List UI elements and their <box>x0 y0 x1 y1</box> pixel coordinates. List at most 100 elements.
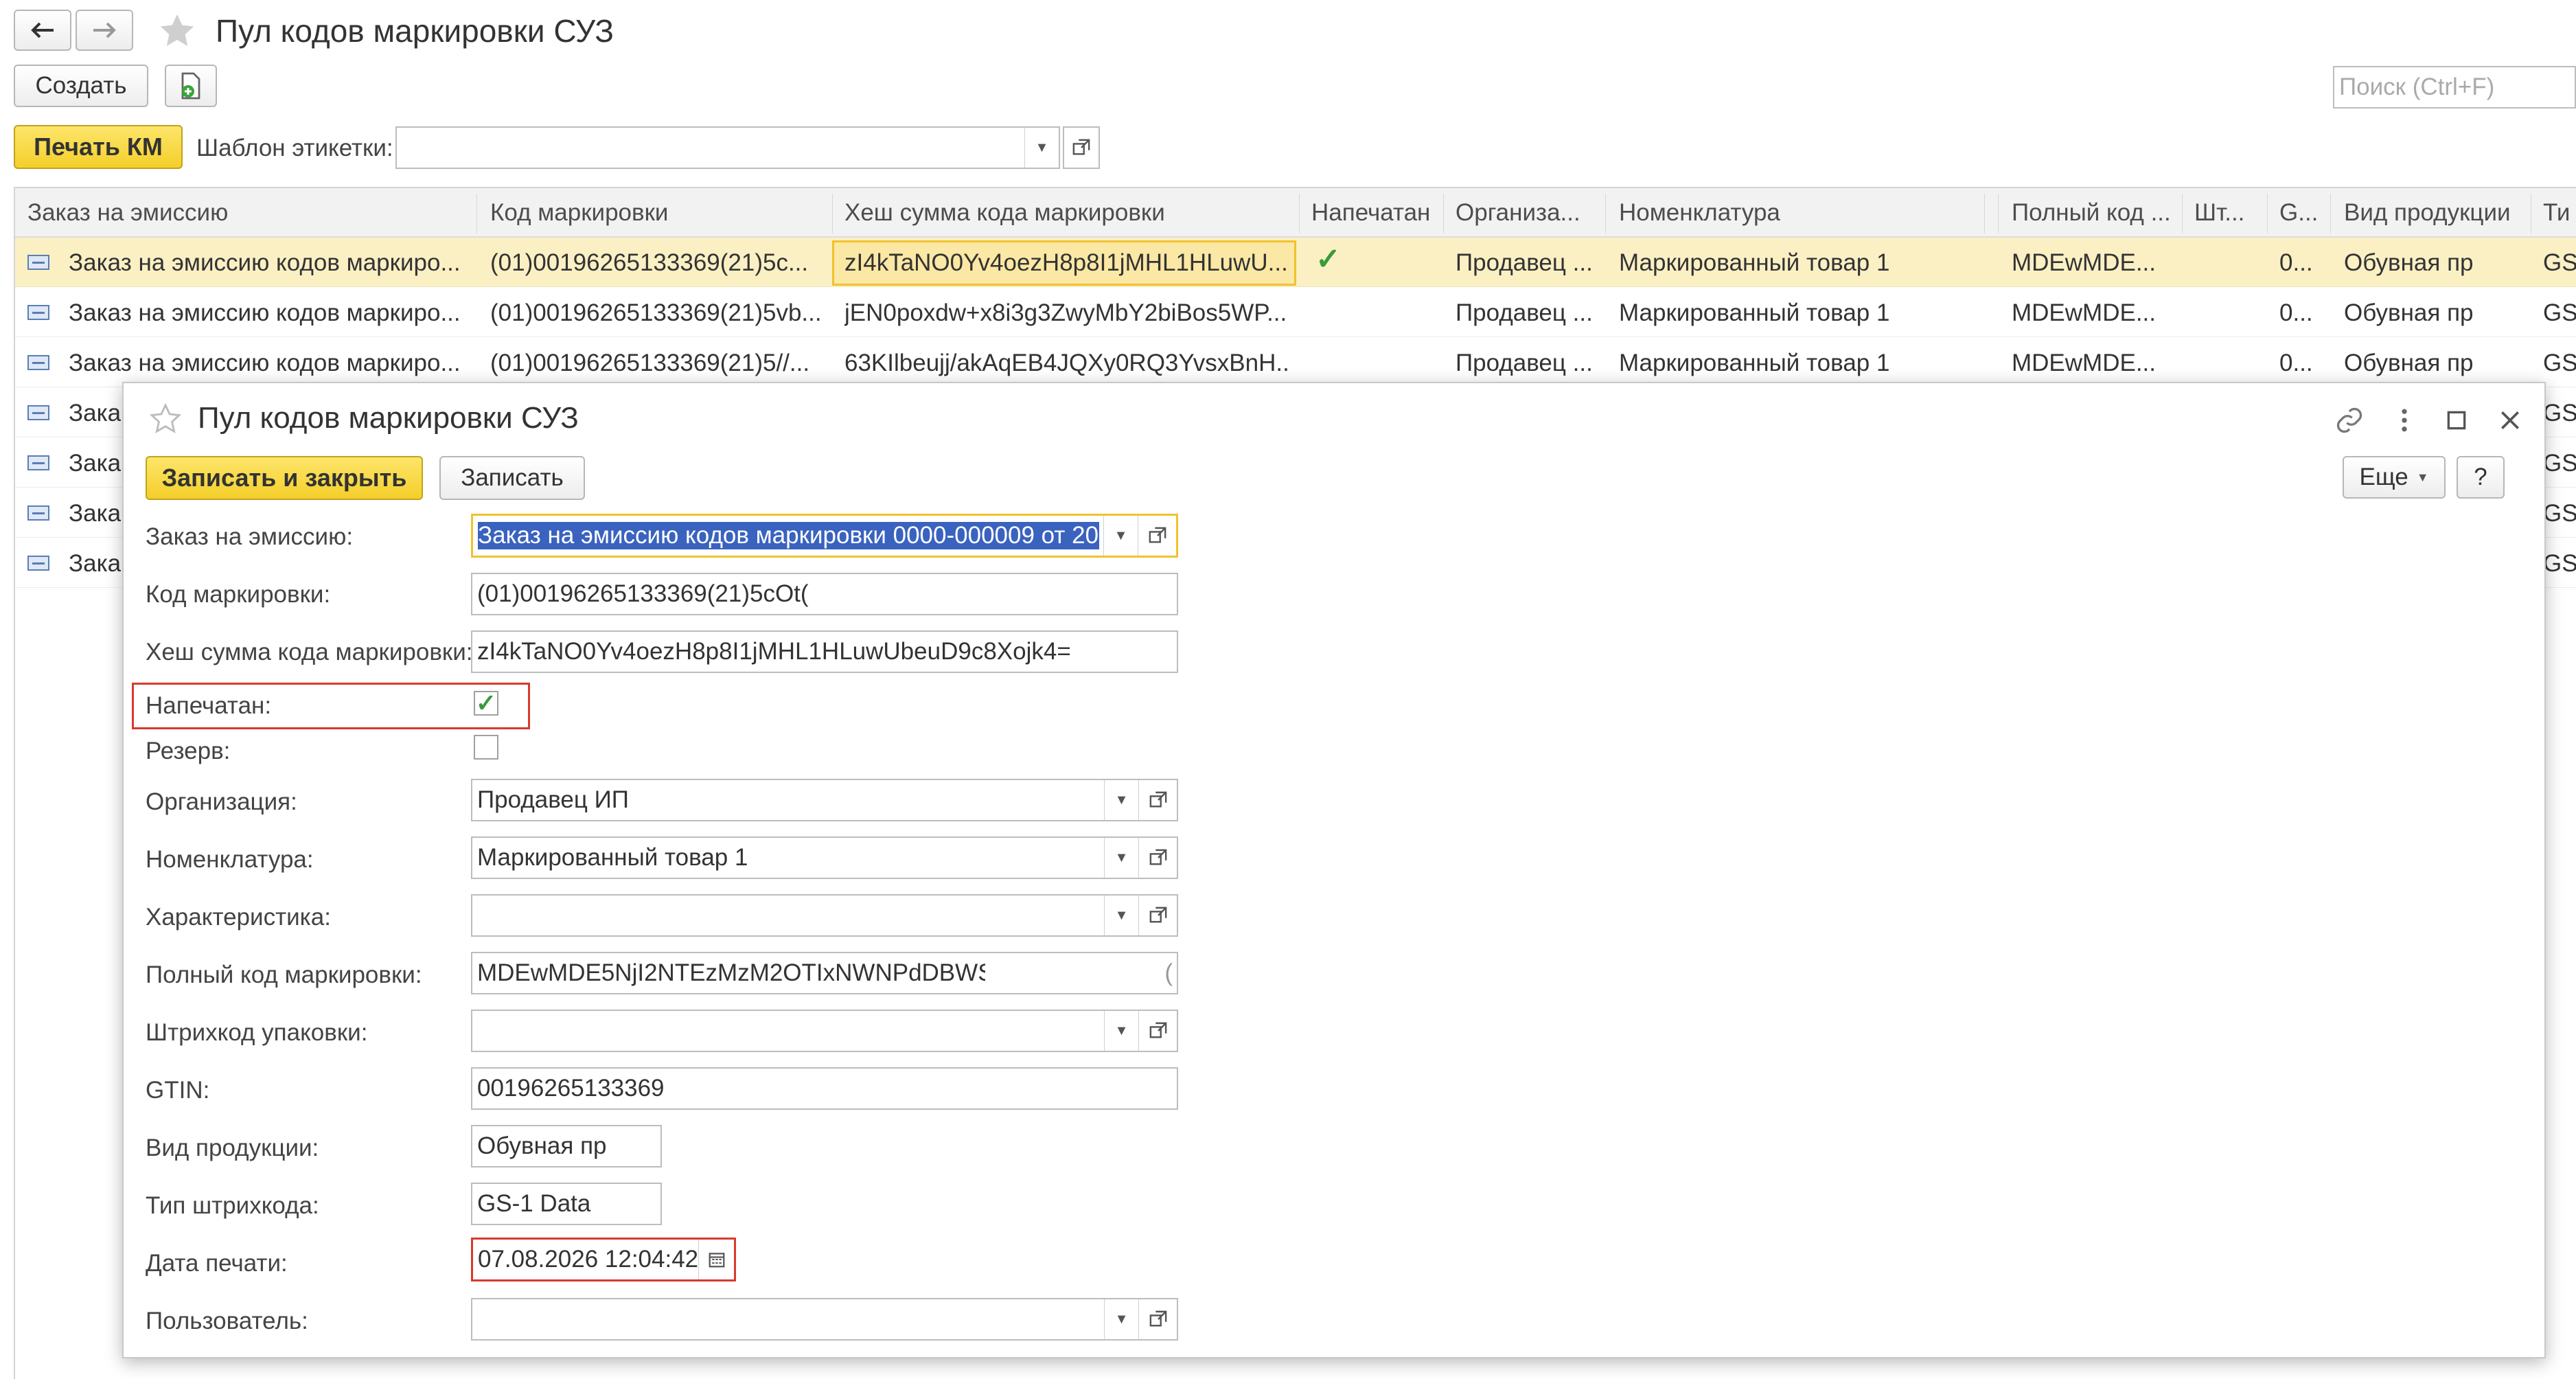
row-full: MDEwMDE... <box>2012 350 2156 376</box>
nom-label: Номенклатура: <box>146 846 314 873</box>
type-label: Тип штрихкода: <box>146 1192 319 1219</box>
document-icon <box>27 455 49 470</box>
row-ti: GS <box>2543 400 2576 426</box>
chevron-down-icon[interactable]: ▼ <box>1103 516 1138 556</box>
chevron-down-icon: ▼ <box>2416 470 2429 484</box>
row-order: Зака <box>69 400 122 426</box>
barcode-field[interactable]: ▼ <box>471 1010 1178 1052</box>
col-g[interactable]: G... <box>2279 199 2318 227</box>
row-org: Продавец ... <box>1456 299 1593 326</box>
forward-button[interactable] <box>76 10 133 51</box>
document-icon <box>27 255 49 270</box>
favorite-star-icon[interactable] <box>148 402 183 435</box>
row-vid: Обувная пр <box>2344 249 2474 276</box>
nom-value: Маркированный товар 1 <box>477 844 748 871</box>
order-field[interactable]: Заказ на эмиссию кодов маркировки 0000-0… <box>471 514 1178 558</box>
chevron-down-icon[interactable]: ▼ <box>1104 896 1138 935</box>
row-g: 0... <box>2279 249 2313 276</box>
row-full: MDEwMDE... <box>2012 299 2156 326</box>
maximize-icon[interactable] <box>2443 407 2470 434</box>
calendar-icon[interactable] <box>698 1240 734 1279</box>
col-separator <box>1998 194 1999 233</box>
date-label: Дата печати: <box>146 1250 288 1277</box>
row-hash: jEN0poxdw+x8i3g3ZwyMbY2biBos5WP... <box>844 299 1287 326</box>
row-code: (01)00196265133369(21)5c... <box>490 249 809 276</box>
favorite-star-icon[interactable] <box>157 11 198 51</box>
open-link-icon[interactable] <box>1138 838 1177 878</box>
dialog-title: Пул кодов маркировки СУЗ <box>198 401 579 435</box>
chevron-down-icon[interactable]: ▼ <box>1104 780 1138 820</box>
row-full: MDEwMDE... <box>2012 249 2156 276</box>
nom-field[interactable]: Маркированный товар 1 ▼ <box>471 836 1178 879</box>
window-title: Пул кодов маркировки СУЗ <box>216 13 614 49</box>
col-full[interactable]: Полный код ... <box>2012 199 2171 227</box>
back-button[interactable] <box>14 10 71 51</box>
col-separator <box>832 194 833 233</box>
save-button[interactable]: Записать <box>439 456 585 500</box>
col-hash[interactable]: Хеш сумма кода маркировки <box>844 199 1165 227</box>
row-hash: 63KIlbeujj/akAqEB4JQXy0RQ3YvsxBnH... <box>844 350 1291 376</box>
chevron-down-icon[interactable]: ▼ <box>1104 838 1138 878</box>
row-org: Продавец ... <box>1456 350 1593 376</box>
vid-field[interactable]: Обувная пр <box>471 1125 662 1167</box>
more-button[interactable]: Еще ▼ <box>2343 456 2446 499</box>
document-icon <box>27 556 49 571</box>
help-button[interactable]: ? <box>2457 456 2505 499</box>
row-order: Зака <box>69 450 122 477</box>
printed-checkbox[interactable]: ✓ <box>474 689 498 717</box>
kebab-menu-icon[interactable] <box>2389 405 2419 435</box>
col-code[interactable]: Код маркировки <box>490 199 668 227</box>
open-template-button[interactable] <box>1063 126 1100 169</box>
open-link-icon <box>1072 139 1090 155</box>
user-field[interactable]: ▼ <box>471 1298 1178 1341</box>
row-ti: GS <box>2543 299 2576 326</box>
template-select[interactable]: ▼ <box>395 126 1060 169</box>
hash-field[interactable]: zI4kTaNO0Yv4oezH8p8I1jMHL1HLuwUbeuD9c8Xo… <box>471 630 1178 673</box>
barcode-label: Штрихкод упаковки: <box>146 1019 368 1046</box>
document-plus-icon <box>181 72 200 100</box>
col-vid[interactable]: Вид продукции <box>2344 199 2511 227</box>
reserve-checkbox[interactable] <box>474 735 498 760</box>
row-g: 0... <box>2279 299 2313 326</box>
chevron-down-icon[interactable]: ▼ <box>1104 1011 1138 1051</box>
open-link-icon[interactable] <box>1138 516 1176 556</box>
char-field[interactable]: ▼ <box>471 894 1178 937</box>
org-label: Организация: <box>146 788 297 815</box>
row-nom: Маркированный товар 1 <box>1619 350 1890 376</box>
type-field[interactable]: GS-1 Data <box>471 1183 662 1225</box>
col-order[interactable]: Заказ на эмиссию <box>27 199 228 227</box>
row-ti: GS <box>2543 450 2576 477</box>
col-sht[interactable]: Шт... <box>2194 199 2244 227</box>
full-field[interactable]: MDEwMDE5NjI2NTEzMzM2OTIxNWNPdDBWSI ( <box>471 952 1178 994</box>
org-field[interactable]: Продавец ИП ▼ <box>471 779 1178 821</box>
arrow-left-icon <box>31 22 54 38</box>
col-nom[interactable]: Номенклатура <box>1619 199 1780 227</box>
code-label: Код маркировки: <box>146 581 331 608</box>
col-ti[interactable]: Ти <box>2543 199 2570 227</box>
link-icon[interactable] <box>2334 405 2365 435</box>
col-separator <box>2267 194 2268 233</box>
col-printed[interactable]: Напечатан <box>1311 199 1430 227</box>
add-document-button[interactable] <box>165 65 217 107</box>
date-field[interactable]: 07.08.2026 12:04:42 <box>471 1238 736 1281</box>
save-close-button[interactable]: Записать и закрыть <box>146 456 423 500</box>
row-vid: Обувная пр <box>2344 350 2474 376</box>
chevron-down-icon[interactable]: ▼ <box>1104 1299 1138 1339</box>
chevron-down-icon[interactable]: ▼ <box>1024 128 1059 168</box>
order-label: Заказ на эмиссию: <box>146 523 354 550</box>
row-order: Заказ на эмиссию кодов маркиро... <box>69 350 461 376</box>
open-link-icon[interactable] <box>1138 896 1177 935</box>
col-org[interactable]: Организа... <box>1456 199 1580 227</box>
col-separator <box>1299 194 1300 233</box>
code-field[interactable]: (01)00196265133369(21)5cOt( <box>471 573 1178 615</box>
open-link-icon[interactable] <box>1138 1299 1177 1339</box>
open-link-icon[interactable] <box>1138 1011 1177 1051</box>
search-input[interactable]: Поиск (Ctrl+F) <box>2333 66 2576 109</box>
row-vid: Обувная пр <box>2344 299 2474 326</box>
close-icon[interactable] <box>2496 407 2524 434</box>
create-button[interactable]: Создать <box>14 65 148 107</box>
gtin-field[interactable]: 00196265133369 <box>471 1067 1178 1110</box>
open-link-icon[interactable] <box>1138 780 1177 820</box>
full-suffix: ( <box>1164 959 1173 986</box>
print-km-button[interactable]: Печать КМ <box>14 125 183 169</box>
